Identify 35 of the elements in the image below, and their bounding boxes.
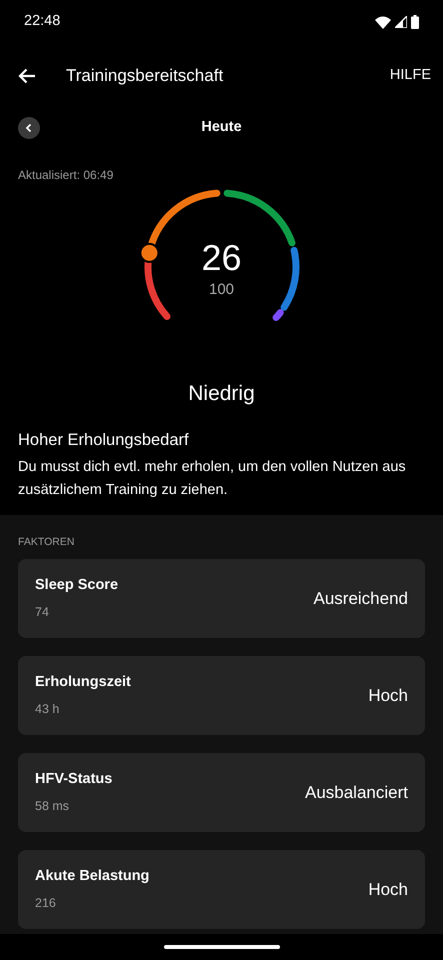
summary-text: Du musst dich evtl. mehr erholen, um den vollen Nutzen aus zusätzlichem Training zu ziehen. (17, 458, 407, 500)
factor-name: Erholungszeit (35, 673, 131, 692)
summary-heading: Hoher Erholungsbedarf (17, 430, 190, 450)
factor-rating: Ausbalanciert (304, 782, 408, 804)
factor-rating: Ausreichend (313, 588, 408, 610)
help-button[interactable]: HILFE (390, 65, 431, 87)
readiness-rating: Niedrig (187, 381, 256, 407)
updated-time: Aktualisiert: 06:49 (17, 167, 114, 184)
factor-card[interactable]: Erholungszeit 43 h Hoch (18, 656, 425, 735)
factor-name: HFV-Status (35, 770, 112, 790)
clock: 22:48 (24, 12, 60, 32)
factor-value: 216 (35, 894, 57, 912)
factor-value: 43 h (35, 700, 60, 718)
factor-value: 74 (35, 604, 50, 621)
day-label: Heute (201, 118, 242, 138)
score-value: 26 (201, 240, 242, 276)
factor-rating: Hoch (368, 684, 408, 707)
signal-icon (395, 16, 407, 28)
back-arrow-icon (18, 68, 36, 84)
factor-name: Sleep Score (35, 576, 118, 596)
factor-card[interactable]: Sleep Score 74 Ausreichend (18, 558, 425, 638)
factor-card[interactable]: Akute Belastung 216 Hoch (18, 850, 425, 929)
gauge-marker (138, 242, 159, 263)
previous-day-button[interactable] (18, 117, 40, 139)
back-button[interactable] (18, 68, 36, 84)
chevron-left-icon (25, 123, 33, 133)
factor-name: Akute Belastung (35, 867, 150, 886)
page-title: Trainingsbereitschaft (66, 65, 224, 88)
section-title: FAKTOREN (18, 535, 76, 550)
wifi-icon (375, 16, 391, 28)
factor-card[interactable]: HFV-Status 58 ms Ausbalanciert (18, 752, 425, 832)
battery-icon (411, 15, 419, 29)
factor-rating: Hoch (368, 878, 408, 901)
factor-value: 58 ms (35, 798, 70, 815)
score-max: 100 (208, 282, 234, 297)
